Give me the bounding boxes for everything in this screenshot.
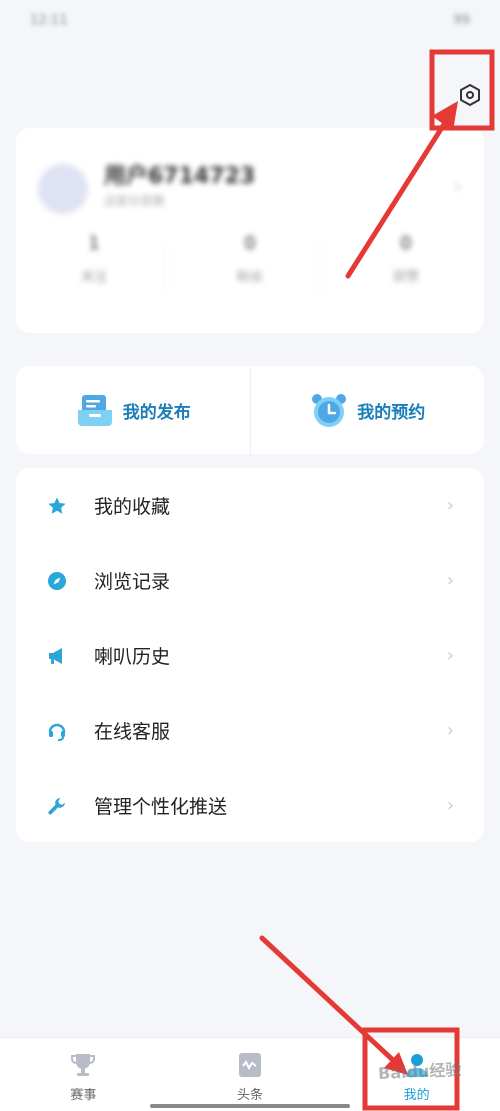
chevron-right-icon: › (446, 495, 454, 516)
my-posts-button[interactable]: 我的发布 (16, 366, 250, 454)
stat-label: 获赞 (392, 270, 419, 285)
tab-label: 头条 (237, 1088, 264, 1103)
menu-label: 我的收藏 (94, 496, 171, 518)
stat-value: 0 (244, 233, 256, 254)
divider (164, 243, 165, 293)
menu-list: 我的收藏 › 浏览记录 › 喇叭历史 › 在线客服 › 管理个性化推送 › (16, 468, 484, 842)
status-bar: 12:11 99 (0, 0, 500, 40)
stat-value: 0 (400, 233, 412, 254)
news-icon (239, 1053, 261, 1077)
chevron-right-icon: › (446, 795, 454, 816)
menu-item-favorites[interactable]: 我的收藏 › (16, 468, 484, 543)
chevron-right-icon: › (446, 570, 454, 591)
my-reservations-button[interactable]: 我的预约 (251, 366, 485, 454)
alarm-clock-icon (312, 394, 347, 427)
stat-following[interactable]: 1 关注 (54, 233, 134, 285)
menu-label: 喇叭历史 (94, 646, 171, 668)
menu-item-push-settings[interactable]: 管理个性化推送 › (16, 768, 484, 843)
tab-events[interactable]: 赛事 (0, 1038, 167, 1111)
stat-value: 1 (88, 233, 100, 254)
tab-label: 赛事 (70, 1088, 97, 1103)
user-subtitle: 这家伙很懒 (104, 194, 165, 208)
tab-headlines[interactable]: 头条 (167, 1038, 334, 1111)
settings-button[interactable] (455, 80, 485, 110)
stat-likes[interactable]: 0 获赞 (366, 233, 446, 285)
menu-label: 在线客服 (94, 721, 171, 743)
wrench-icon (46, 795, 68, 817)
menu-label: 浏览记录 (94, 571, 171, 593)
status-time: 12:11 (30, 12, 68, 28)
chevron-right-icon: › (454, 176, 462, 197)
tab-label: 我的 (403, 1088, 430, 1103)
menu-item-history[interactable]: 浏览记录 › (16, 543, 484, 618)
trophy-icon (71, 1054, 96, 1076)
menu-item-horn-history[interactable]: 喇叭历史 › (16, 618, 484, 693)
divider (321, 243, 322, 293)
megaphone-icon (46, 645, 68, 667)
username: 用户6714723 (104, 164, 256, 189)
profile-card[interactable]: 用户6714723 这家伙很懒 › 1 关注 0 粉丝 0 获赞 (16, 128, 484, 333)
status-battery: 99 (453, 12, 470, 28)
stat-fans[interactable]: 0 粉丝 (210, 233, 290, 285)
star-icon (46, 495, 68, 517)
quick-label: 我的发布 (122, 402, 191, 423)
quick-label: 我的预约 (357, 402, 426, 423)
menu-label: 管理个性化推送 (94, 796, 228, 818)
quick-actions-card: 我的发布 我的预约 (16, 366, 484, 454)
menu-item-customer-service[interactable]: 在线客服 › (16, 693, 484, 768)
document-tray-icon (77, 395, 112, 426)
stat-label: 关注 (80, 270, 107, 285)
avatar[interactable] (38, 164, 88, 214)
home-indicator (150, 1104, 350, 1108)
compass-icon (46, 570, 68, 592)
chevron-right-icon: › (446, 645, 454, 666)
headset-icon (46, 720, 68, 742)
settings-hexagon-icon (460, 84, 480, 106)
stat-label: 粉丝 (236, 270, 263, 285)
chevron-right-icon: › (446, 720, 454, 741)
baidu-watermark: Baidu经验 (377, 1059, 462, 1084)
